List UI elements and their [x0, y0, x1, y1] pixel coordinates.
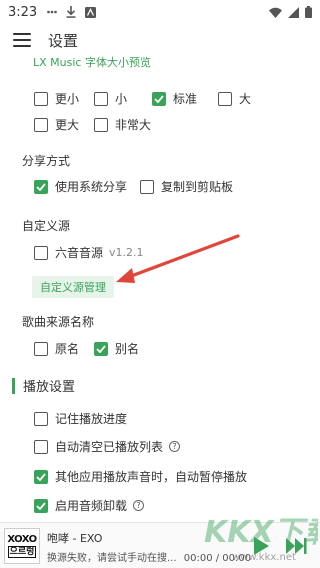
section-accent-bar — [12, 377, 15, 394]
option-label: 自动清空已播放列表 — [55, 440, 164, 454]
option-label: 原名 — [55, 342, 80, 356]
checkbox — [34, 439, 48, 454]
checkbox — [94, 117, 108, 132]
download-icon — [66, 6, 76, 18]
font-size-option-small[interactable]: 小 — [94, 90, 127, 107]
checkbox — [34, 411, 48, 426]
custom-source-section-title: 自定义源 — [22, 219, 71, 233]
share-option-clipboard[interactable]: 复制到剪贴板 — [140, 178, 233, 195]
source-name-option-original[interactable]: 原名 — [34, 340, 79, 357]
checkbox-checked — [34, 498, 48, 513]
option-label: 记住播放进度 — [55, 412, 128, 426]
next-track-icon[interactable] — [284, 535, 308, 557]
status-bar: 3:23 — [0, 0, 320, 24]
menu-icon[interactable] — [12, 30, 32, 50]
cover-text-top: XOXO — [7, 534, 37, 545]
option-label: 标准 — [173, 92, 198, 106]
signal-icon — [288, 6, 299, 18]
share-section-title: 分享方式 — [22, 154, 71, 168]
font-size-option-larger[interactable]: 更大 — [34, 116, 79, 133]
checkbox — [94, 91, 108, 106]
checkbox — [34, 117, 48, 132]
checkbox-checked — [34, 179, 48, 194]
album-cover[interactable]: XOXO 으르렁 — [4, 528, 40, 564]
font-size-option-very-large[interactable]: 非常大 — [94, 116, 151, 133]
cover-text-bottom: 으르렁 — [7, 546, 37, 558]
page-title: 设置 — [48, 32, 79, 50]
source-version: v1.2.1 — [109, 246, 144, 259]
font-size-option-smaller[interactable]: 更小 — [34, 90, 79, 107]
checkbox-checked — [34, 469, 48, 484]
option-label: 更大 — [55, 118, 80, 132]
option-label: 六音音源 — [55, 246, 104, 260]
option-label: 启用音频卸载 — [55, 499, 128, 513]
option-label: 其他应用播放声音时，自动暂停播放 — [55, 470, 248, 484]
app-notification-icon — [85, 6, 97, 18]
custom-source-manage-button[interactable]: 自定义源管理 — [32, 276, 114, 298]
playback-section-title: 播放设置 — [23, 380, 76, 395]
option-label: 使用系统分享 — [55, 180, 128, 194]
option-label: 更小 — [55, 92, 80, 106]
checkbox — [218, 91, 232, 106]
more-notifications-icon — [47, 9, 58, 15]
checkbox-checked — [152, 91, 166, 106]
app-header: 设置 — [0, 26, 320, 54]
checkbox — [34, 245, 48, 260]
option-label: 大 — [239, 92, 252, 106]
option-label: 非常大 — [115, 118, 152, 132]
source-name-section-title: 歌曲来源名称 — [22, 315, 95, 329]
playback-section-header: 播放设置 — [12, 376, 75, 395]
status-message: 换源失败，请尝试手动在搜... — [47, 553, 177, 564]
song-status: 换源失败，请尝试手动在搜... 00:00 / 00:00 — [47, 549, 251, 564]
help-icon[interactable]: ? — [133, 500, 145, 511]
status-time: 3:23 — [8, 4, 38, 20]
custom-source-option[interactable]: 六音音源 v1.2.1 — [34, 244, 144, 261]
playback-option-remember-progress[interactable]: 记住播放进度 — [34, 410, 127, 427]
song-title: 咆哮 - EXO — [47, 532, 103, 545]
playback-option-auto-clear[interactable]: 自动清空已播放列表 ? — [34, 438, 181, 455]
option-label: 复制到剪贴板 — [161, 180, 234, 194]
checkbox — [140, 179, 154, 194]
help-icon[interactable]: ? — [169, 441, 181, 452]
source-name-option-alias[interactable]: 别名 — [94, 340, 139, 357]
battery-icon — [305, 6, 312, 18]
wifi-icon — [269, 7, 282, 18]
font-size-preview-link[interactable]: LX Music 字体大小预览 — [33, 54, 151, 70]
playback-option-audio-offload[interactable]: 启用音频卸载 ? — [34, 497, 145, 514]
checkbox-checked — [94, 341, 108, 356]
checkbox — [34, 341, 48, 356]
font-size-option-large[interactable]: 大 — [218, 90, 251, 107]
share-option-system[interactable]: 使用系统分享 — [34, 178, 127, 195]
play-time: 00:00 / 00:00 — [183, 553, 252, 564]
player-bar[interactable]: XOXO 으르렁 咆哮 - EXO 换源失败，请尝试手动在搜... 00:00 … — [0, 522, 320, 568]
font-size-option-standard[interactable]: 标准 — [152, 90, 197, 107]
checkbox — [34, 91, 48, 106]
playback-option-auto-pause[interactable]: 其他应用播放声音时，自动暂停播放 — [34, 468, 247, 485]
play-icon[interactable] — [250, 535, 272, 557]
option-label: 别名 — [115, 342, 140, 356]
option-label: 小 — [115, 92, 128, 106]
